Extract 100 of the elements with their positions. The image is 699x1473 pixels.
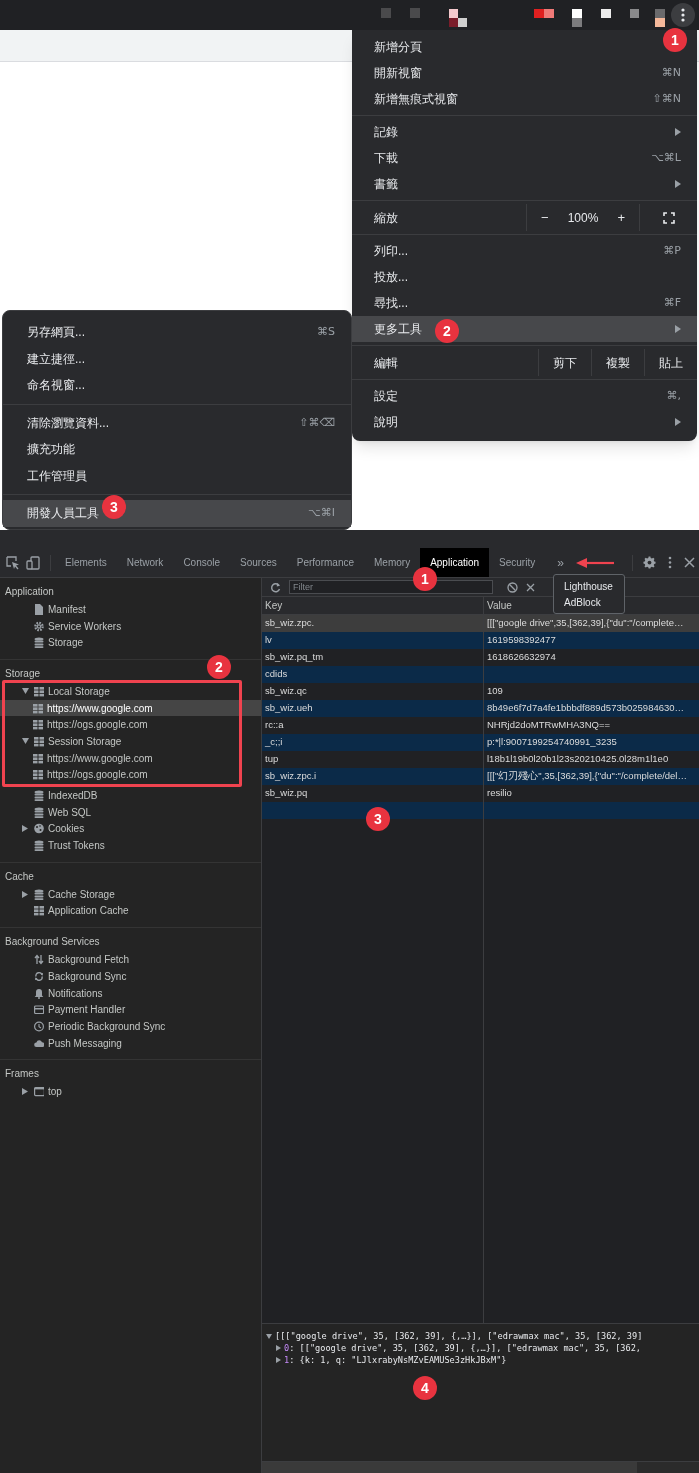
preview-line: 0: [["google drive", 35, [362, 39], {,…}], ["edrawmax mac", 35, [362, xyxy=(284,1341,641,1355)
sidebar-item[interactable]: Web SQL xyxy=(0,803,261,821)
column-header[interactable]: Key xyxy=(265,598,283,613)
menu-item[interactable]: 記錄 xyxy=(374,123,398,141)
menu-item[interactable]: 列印... xyxy=(374,242,408,260)
table-row[interactable]: sb_wiz.zpc.i [[["幻刃殘心",35,[362,39],{"du":"/complete/del… xyxy=(262,768,699,785)
menu-item[interactable]: 投放... xyxy=(374,268,408,286)
edit-button[interactable]: 貼上 xyxy=(645,349,697,376)
more-icon xyxy=(668,556,672,569)
column-header[interactable]: Value xyxy=(487,598,512,613)
edit-button[interactable]: 複製 xyxy=(592,349,645,376)
sidebar-item[interactable]: Background Fetch xyxy=(0,951,261,968)
zoom-out-button[interactable]: − xyxy=(539,207,551,228)
sidebar-item[interactable]: Session Storage xyxy=(0,733,261,750)
table-row[interactable]: cdids xyxy=(262,666,699,683)
sidebar-item[interactable]: Cookies xyxy=(0,820,261,838)
up-down-arrows-icon xyxy=(34,954,44,966)
devtools-tab[interactable]: Sources xyxy=(230,548,287,577)
shortcut-label: ⌘S xyxy=(317,324,335,340)
devtools-tab[interactable]: Elements xyxy=(55,548,117,577)
sync-icon xyxy=(34,970,44,982)
section-heading: Background Services xyxy=(5,936,100,949)
database-icon xyxy=(34,806,44,818)
bell-icon xyxy=(34,987,44,999)
sidebar-item[interactable]: Local Storage xyxy=(0,683,261,700)
file-icon xyxy=(34,603,44,615)
sidebar-item[interactable]: Trust Tokens xyxy=(0,837,261,854)
menu-item[interactable]: 建立捷徑... xyxy=(3,345,351,372)
cloud-icon xyxy=(34,1037,44,1049)
menu-item[interactable]: 新增無痕式視窗 xyxy=(374,90,458,108)
database-icon xyxy=(34,888,44,900)
table-cell-text: 1618626632974 xyxy=(486,650,557,665)
menu-item[interactable]: 工作管理員 xyxy=(3,462,351,489)
shortcut-label: ⌥⌘L xyxy=(651,149,681,166)
menu-item[interactable]: 書籤 xyxy=(374,175,398,193)
scrollbar[interactable] xyxy=(262,1461,699,1473)
sidebar-item[interactable]: Payment Handler xyxy=(0,1001,261,1019)
edit-button[interactable]: 剪下 xyxy=(539,349,592,376)
table-cell-text: [[["幻刃殘心",35,[362,39],{"du":"/complete/del… xyxy=(486,769,688,784)
sidebar-item[interactable]: Notifications xyxy=(0,984,261,1002)
sidebar-item[interactable]: https://ogs.google.com xyxy=(0,716,261,734)
sidebar-item[interactable]: Application Cache xyxy=(0,902,261,920)
sidebar-item[interactable]: Service Workers xyxy=(0,617,261,635)
menu-item[interactable]: 開新視窗 xyxy=(374,64,422,82)
sidebar-item[interactable]: Periodic Background Sync xyxy=(0,1018,261,1035)
card-icon xyxy=(34,1004,44,1016)
clear-icon xyxy=(507,581,518,593)
table-cell-text: NHRjd2doMTRwMHA3NQ== xyxy=(486,718,611,733)
section-heading: Frames xyxy=(5,1068,39,1081)
table-row[interactable]: _c;;i p:*|l:9007199254740991_3235 xyxy=(262,734,699,751)
sidebar-item[interactable]: https://ogs.google.com xyxy=(0,766,261,784)
shortcut-label: ⌘N xyxy=(661,64,681,81)
menu-item[interactable]: Lighthouse xyxy=(554,578,624,594)
arrow xyxy=(576,558,614,568)
sidebar-item[interactable]: https://www.google.com xyxy=(0,699,261,717)
devtools-tab[interactable]: Security xyxy=(489,548,546,577)
menu-item[interactable]: 新增分頁 xyxy=(374,38,422,56)
table-cell-text: 1619598392477 xyxy=(486,633,557,648)
sidebar-item[interactable]: Push Messaging xyxy=(0,1034,261,1052)
menu-item[interactable]: 清除瀏覽資料... ⇧⌘⌫ xyxy=(3,409,351,436)
sidebar-item[interactable]: Storage xyxy=(0,634,261,652)
devtools-tab[interactable]: Performance xyxy=(286,548,364,577)
sidebar-item[interactable]: https://www.google.com xyxy=(0,749,261,767)
device-toggle-icon xyxy=(26,555,40,570)
table-cell-text: l18b1l19b0l20b1l23s20210425.0l28m1l1e0 xyxy=(486,752,670,767)
more-tabs-button[interactable]: » xyxy=(555,553,566,572)
menu-item[interactable]: AdBlock xyxy=(554,594,624,610)
table-row[interactable]: lv 1619598392477 xyxy=(262,632,699,649)
devtools-tab[interactable]: Console xyxy=(173,548,231,577)
table-row[interactable]: sb_wiz.ueh 8b49e6f7d7a4fe1bbbdf889d573b025984630… xyxy=(262,700,699,717)
table-icon xyxy=(34,905,44,917)
menu-button[interactable] xyxy=(671,3,695,27)
clock-icon xyxy=(34,1020,44,1032)
menu-item[interactable]: 設定 xyxy=(374,387,398,405)
menu-item[interactable]: 下載 xyxy=(374,149,398,167)
menu-item[interactable]: 另存網頁... ⌘S xyxy=(3,319,351,346)
table-icon xyxy=(34,685,44,697)
more-icon xyxy=(681,8,685,22)
menu-item[interactable]: 命名視窗... xyxy=(3,372,351,399)
table-row[interactable]: sb_wiz.zpc. [[["google drive",35,[362,39],{"du":"/complete… xyxy=(262,615,699,632)
devtools-tab[interactable]: Network xyxy=(116,548,174,577)
sidebar-item[interactable]: Manifest xyxy=(0,601,261,618)
table-cell-text: 109 xyxy=(486,684,504,699)
settings-icon xyxy=(643,556,656,569)
sidebar-item[interactable]: Background Sync xyxy=(0,968,261,985)
table-cell-text: p:*|l:9007199254740991_3235 xyxy=(486,735,618,750)
menu-item[interactable]: 擴充功能 xyxy=(3,436,351,463)
sidebar-item[interactable]: Cache Storage xyxy=(0,885,261,903)
section-heading: Storage xyxy=(5,668,41,681)
menu-item[interactable]: 尋找... xyxy=(374,294,408,312)
table-icon xyxy=(33,702,43,714)
refresh-icon xyxy=(270,581,281,593)
sidebar-item[interactable]: top xyxy=(0,1083,261,1101)
sidebar-item[interactable]: IndexedDB xyxy=(0,787,261,804)
zoom-in-button[interactable]: + xyxy=(615,207,627,228)
scrollbar-thumb[interactable] xyxy=(262,1462,637,1473)
shortcut-label: ⌘, xyxy=(666,387,681,404)
zoom-label: 縮放 xyxy=(352,204,527,231)
menu-item[interactable]: 說明 xyxy=(374,413,398,431)
preview-line: [[["google drive", 35, [362, 39], {,…}], ["edrawmax mac", 35, [362, 39] xyxy=(275,1329,643,1343)
